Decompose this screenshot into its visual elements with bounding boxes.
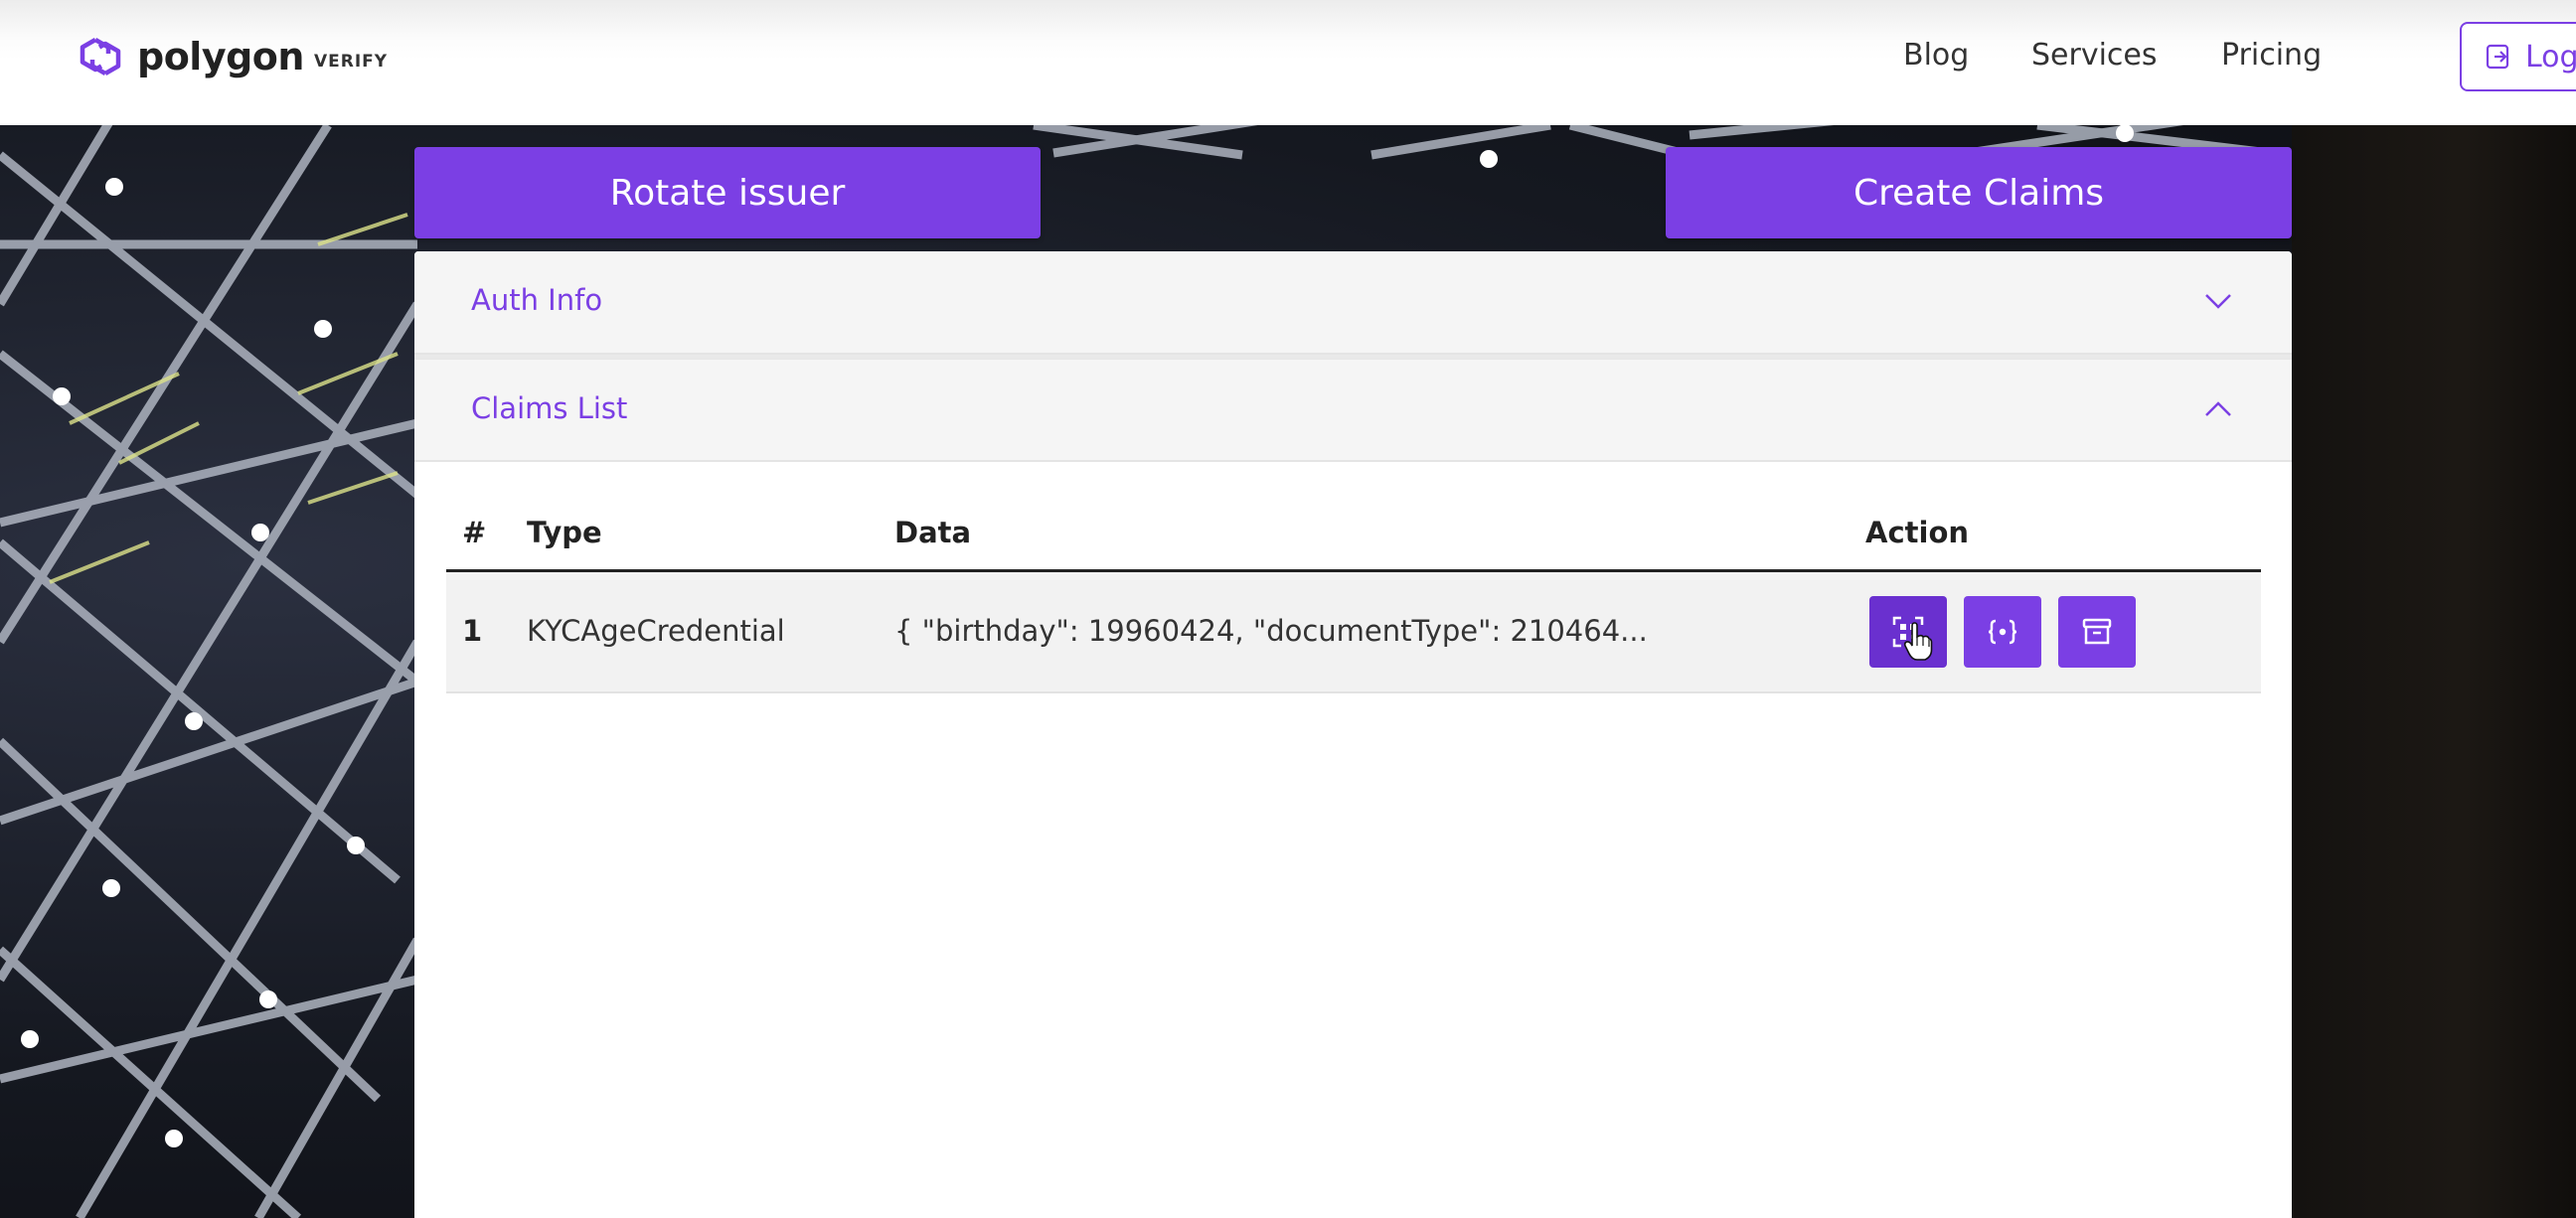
- view-json-button[interactable]: [1964, 596, 2041, 668]
- chevron-down-icon: [2205, 294, 2231, 309]
- nav-link-services[interactable]: Services: [2031, 38, 2158, 73]
- column-header-type: Type: [527, 516, 602, 549]
- hand-pointer-cursor-icon: [1903, 622, 1933, 661]
- accordion-title-auth-info: Auth Info: [471, 283, 603, 317]
- create-claims-button[interactable]: Create Claims: [1666, 147, 2292, 238]
- column-header-action: Action: [1865, 516, 1970, 549]
- rotate-issuer-button[interactable]: Rotate issuer: [414, 147, 1041, 238]
- accordion-title-claims-list: Claims List: [471, 391, 628, 425]
- cell-type: KYCAgeCredential: [527, 614, 785, 648]
- main-panel: Auth Info Claims List # Type Data Action…: [414, 251, 2292, 1218]
- archive-icon: [2082, 618, 2112, 645]
- cell-data: { "birthday": 19960424, "documentType": …: [894, 614, 1648, 648]
- accordion-claims-list[interactable]: Claims List: [414, 359, 2292, 462]
- column-header-data: Data: [894, 516, 972, 549]
- chevron-up-icon: [2205, 401, 2231, 416]
- nav-link-blog[interactable]: Blog: [1903, 38, 1969, 73]
- brand-logo[interactable]: polygon VERIFY: [74, 32, 388, 81]
- top-navigation-bar: polygon VERIFY Blog Services Pricing Log: [0, 0, 2576, 125]
- brand-name: polygon: [137, 35, 304, 78]
- cell-number: 1: [462, 614, 483, 648]
- json-braces-icon: [1988, 619, 2017, 645]
- polygon-logo-icon: [80, 38, 121, 76]
- archive-claim-button[interactable]: [2058, 596, 2136, 668]
- hero-right-shade: [2292, 125, 2576, 1218]
- accordion-auth-info[interactable]: Auth Info: [414, 251, 2292, 355]
- brand-subtitle: VERIFY: [313, 52, 389, 72]
- table-row: 1 KYCAgeCredential { "birthday": 1996042…: [446, 572, 2261, 693]
- column-header-number: #: [462, 516, 487, 549]
- nav-link-pricing[interactable]: Pricing: [2221, 38, 2322, 73]
- login-label: Log: [2525, 39, 2576, 75]
- login-icon: [2486, 44, 2509, 70]
- login-button[interactable]: Log: [2460, 22, 2576, 91]
